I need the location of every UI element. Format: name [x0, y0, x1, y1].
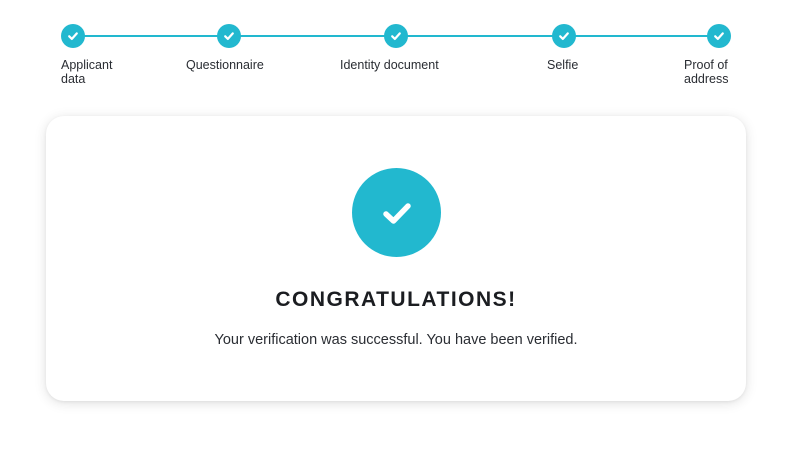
- success-badge: [352, 168, 441, 257]
- step-selfie-indicator: [552, 24, 576, 48]
- check-icon: [391, 32, 401, 40]
- step-applicant-data-label: Applicant data: [61, 58, 113, 86]
- progress-stepper: Applicant data Questionnaire Identity do…: [0, 0, 794, 100]
- verification-result-card: CONGRATULATIONS! Your verification was s…: [46, 116, 746, 401]
- step-identity-document-indicator: [384, 24, 408, 48]
- step-proof-of-address-indicator: [707, 24, 731, 48]
- check-icon: [714, 32, 724, 40]
- step-selfie-label: Selfie: [547, 58, 579, 72]
- result-title: CONGRATULATIONS!: [275, 288, 517, 311]
- step-proof-of-address-label: Proof of address: [684, 58, 729, 86]
- check-icon: [68, 32, 78, 40]
- success-check-icon: [382, 202, 411, 224]
- step-questionnaire-label: Questionnaire: [186, 58, 264, 72]
- check-icon: [559, 32, 569, 40]
- step-applicant-data-indicator: [61, 24, 85, 48]
- result-message: Your verification was successful. You ha…: [214, 332, 578, 348]
- verification-page: Applicant data Questionnaire Identity do…: [0, 0, 794, 459]
- step-identity-document-label: Identity document: [340, 58, 439, 72]
- step-questionnaire-indicator: [217, 24, 241, 48]
- check-icon: [224, 32, 234, 40]
